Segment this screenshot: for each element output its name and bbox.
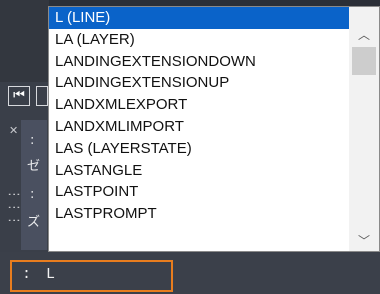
chevron-up-icon[interactable]: ︿ bbox=[349, 23, 379, 47]
scroll-thumb[interactable] bbox=[352, 47, 376, 75]
command-value: L bbox=[46, 266, 56, 283]
autocomplete-list: L (LINE) LA (LAYER) LANDINGEXTENSIONDOWN LA… bbox=[49, 7, 349, 251]
prompt-colon-icon: : bbox=[30, 133, 35, 148]
close-icon[interactable]: ✕ bbox=[9, 124, 18, 137]
command-prompt: : bbox=[22, 266, 32, 283]
panel-toggle[interactable] bbox=[36, 86, 48, 106]
prompt-colon-icon: : bbox=[30, 187, 35, 202]
autocomplete-item[interactable]: LANDXMLEXPORT bbox=[49, 94, 349, 116]
autocomplete-item[interactable]: L (LINE) bbox=[49, 7, 349, 29]
autocomplete-item[interactable]: LASTANGLE bbox=[49, 160, 349, 182]
autocomplete-item[interactable]: LA (LAYER) bbox=[49, 29, 349, 51]
skip-back-icon[interactable]: ⏮ bbox=[8, 86, 30, 106]
autocomplete-item[interactable]: LASTPROMPT bbox=[49, 203, 349, 225]
command-input[interactable] bbox=[10, 260, 173, 292]
autocomplete-item[interactable]: LANDINGEXTENSIONUP bbox=[49, 72, 349, 94]
autocomplete-item[interactable]: LASTPOINT bbox=[49, 181, 349, 203]
autocomplete-item[interactable]: LANDINGEXTENSIONDOWN bbox=[49, 51, 349, 73]
autocomplete-scrollbar[interactable]: ︿ ﹀ bbox=[349, 7, 379, 251]
tool-icon: ズ bbox=[27, 215, 41, 230]
autocomplete-item[interactable]: LANDXMLIMPORT bbox=[49, 116, 349, 138]
grip-icon[interactable]: ⋮⋮⋮ bbox=[6, 188, 21, 227]
autocomplete-item[interactable]: LAS (LAYERSTATE) bbox=[49, 138, 349, 160]
chevron-down-icon[interactable]: ﹀ bbox=[349, 229, 379, 253]
side-panel-header bbox=[0, 0, 49, 82]
tool-icon: ゼ bbox=[27, 159, 41, 174]
command-history-strip: : ゼ : ズ bbox=[21, 120, 47, 250]
autocomplete-dropdown: L (LINE) LA (LAYER) LANDINGEXTENSIONDOWN LA… bbox=[48, 6, 380, 252]
